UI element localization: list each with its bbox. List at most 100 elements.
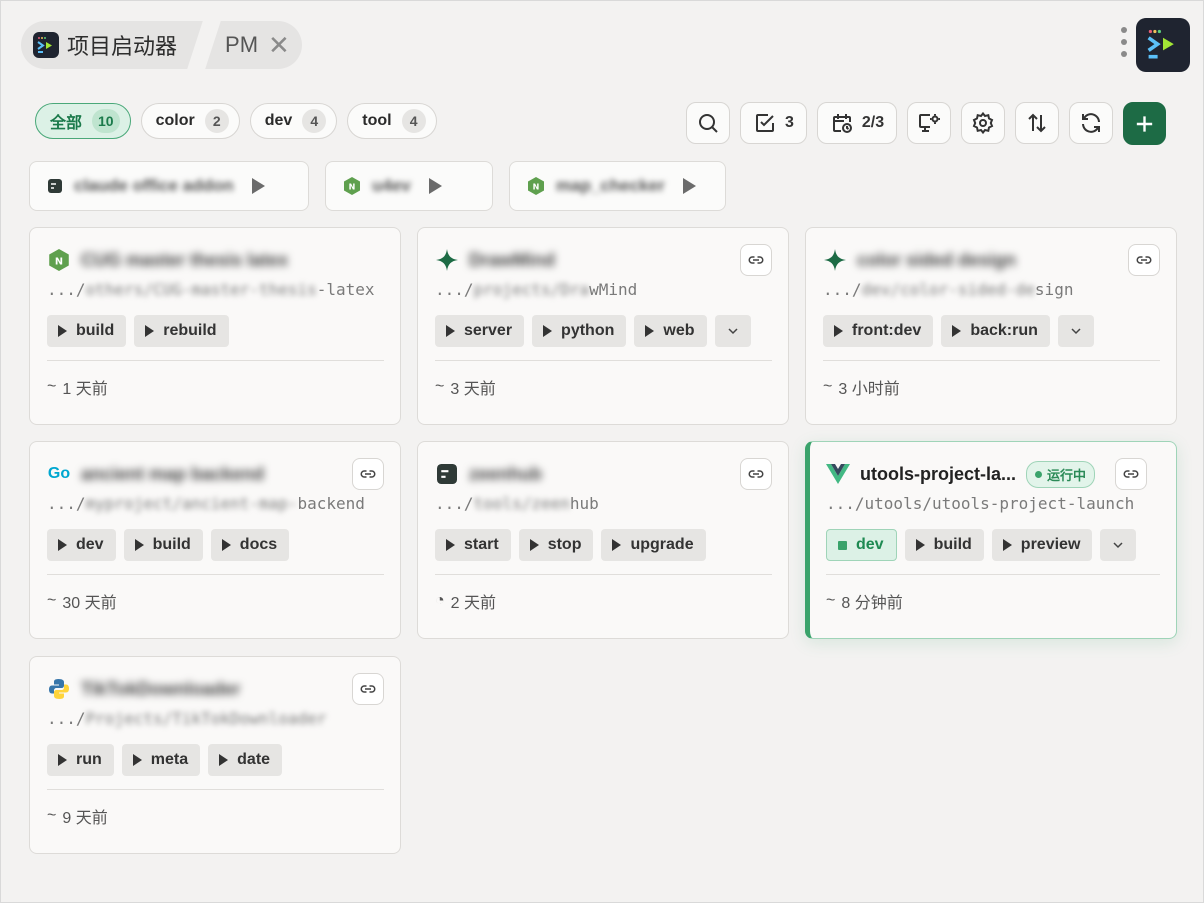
refresh-button[interactable]: [1069, 102, 1114, 144]
command-button[interactable]: python: [532, 315, 627, 347]
tilde-icon: ~: [47, 807, 57, 824]
more-commands-button[interactable]: [1100, 529, 1137, 561]
svg-text:N: N: [55, 256, 63, 267]
project-card-running[interactable]: utools-project-la... 运行中 .../utools/utoo…: [805, 441, 1177, 639]
command-button[interactable]: docs: [210, 529, 290, 561]
sort-button[interactable]: [1015, 102, 1060, 144]
command-button[interactable]: back:run: [941, 315, 1050, 347]
play-icon: [132, 754, 142, 766]
more-commands-button[interactable]: [714, 315, 751, 347]
command-button[interactable]: meta: [121, 744, 201, 776]
breadcrumb-tab[interactable]: PM ✕: [219, 32, 290, 58]
search-button[interactable]: [686, 102, 730, 144]
link-button[interactable]: [740, 458, 772, 490]
pinned-item[interactable]: N u4ev: [325, 161, 493, 211]
command-button[interactable]: front:dev: [823, 315, 934, 347]
command-button[interactable]: dev: [47, 529, 116, 561]
command-button[interactable]: upgrade: [601, 529, 706, 561]
link-icon: [1123, 470, 1139, 478]
link-button[interactable]: [1128, 244, 1160, 276]
play-icon[interactable]: [428, 178, 442, 194]
link-button[interactable]: [1115, 458, 1148, 490]
divider: [823, 360, 1160, 361]
settings-button[interactable]: [961, 102, 1006, 144]
play-icon[interactable]: [682, 178, 696, 194]
schedule-button[interactable]: 2/3: [816, 102, 898, 144]
project-path: .../dev/color-sided-design: [823, 280, 1074, 299]
command-button[interactable]: preview: [991, 529, 1093, 561]
pinned-item[interactable]: claude office addon: [29, 161, 309, 211]
vue-icon: [826, 462, 850, 486]
filter-chip-dev[interactable]: dev 4: [249, 103, 338, 139]
command-button[interactable]: build: [47, 315, 127, 347]
breadcrumb-container: 项目启动器 PM ✕: [21, 21, 302, 69]
nodejs-icon: N: [47, 248, 71, 272]
calendar-clock-icon: [832, 114, 852, 133]
command-button[interactable]: build: [904, 529, 984, 561]
filter-chip-all[interactable]: 全部 10: [35, 103, 131, 139]
play-icon: [1002, 539, 1012, 551]
chevron-down-icon: [1113, 542, 1123, 549]
schedule-count: 2/3: [861, 114, 885, 131]
more-menu-icon[interactable]: [1119, 27, 1129, 57]
play-icon: [446, 539, 455, 551]
project-title: utools-project-la...: [860, 463, 1017, 484]
tilde-icon: ~: [435, 378, 445, 395]
filter-label: dev: [264, 112, 293, 129]
tilde-icon: ~: [47, 592, 57, 609]
play-icon[interactable]: [251, 178, 265, 194]
command-button[interactable]: date: [208, 744, 283, 776]
terminal-icon: [435, 462, 459, 486]
play-icon: [58, 539, 67, 551]
command-button[interactable]: stop: [518, 529, 594, 561]
monitor-settings-button[interactable]: [907, 102, 952, 144]
clock-pie-icon: ◔: [435, 592, 445, 609]
project-card[interactable]: zeenhub .../tools/zeenhub start stop upg…: [417, 441, 789, 639]
filter-chip-tool[interactable]: tool 4: [347, 103, 437, 139]
gear-icon: [972, 111, 994, 135]
divider: [47, 789, 384, 790]
link-button[interactable]: [352, 458, 384, 490]
pinned-name: map_checker: [556, 176, 665, 195]
play-icon: [221, 539, 231, 551]
more-commands-button[interactable]: [1057, 315, 1094, 347]
sparkle-icon: [435, 248, 459, 272]
project-card[interactable]: DrawMind .../projects/DrawMind server py…: [417, 227, 789, 425]
command-button[interactable]: build: [123, 529, 203, 561]
command-button[interactable]: web: [634, 315, 707, 347]
project-card[interactable]: Go ancient map backend .../myproject/anc…: [29, 441, 401, 639]
project-title: ancient map backend: [81, 463, 265, 484]
link-icon: [360, 685, 376, 693]
project-card[interactable]: N CUG master thesis latex .../others/CUG…: [29, 227, 401, 425]
command-button[interactable]: server: [435, 315, 525, 347]
filter-count: 2: [204, 109, 229, 133]
link-icon: [748, 470, 764, 478]
filter-chip-color[interactable]: color 2: [140, 103, 240, 139]
play-icon: [58, 325, 67, 337]
pinned-item[interactable]: N map_checker: [509, 161, 726, 211]
close-icon[interactable]: ✕: [268, 32, 290, 58]
svg-text:N: N: [533, 183, 540, 192]
chevron-down-icon: [727, 328, 738, 335]
play-icon: [529, 539, 539, 551]
command-button-running[interactable]: dev: [826, 529, 897, 561]
command-button[interactable]: start: [435, 529, 511, 561]
play-icon: [834, 325, 843, 337]
link-button[interactable]: [740, 244, 772, 276]
breadcrumb-app[interactable]: 项目启动器: [33, 29, 195, 61]
add-project-button[interactable]: [1123, 102, 1167, 145]
last-run-time: ~3 天前: [435, 378, 496, 398]
project-card[interactable]: TikTokDownloader .../Projects/TikTokDown…: [29, 656, 401, 854]
project-path: .../myproject/ancient-map-backend: [47, 494, 365, 513]
tasks-button[interactable]: 3: [740, 102, 807, 144]
link-button[interactable]: [352, 673, 384, 705]
play-icon: [543, 325, 553, 337]
command-button[interactable]: rebuild: [134, 315, 229, 347]
plus-icon: [1136, 115, 1153, 132]
terminal-logo-icon: [33, 32, 59, 58]
nodejs-icon: N: [528, 177, 544, 195]
command-button[interactable]: run: [47, 744, 114, 776]
project-title: color sided design: [857, 249, 1017, 270]
search-icon: [699, 114, 718, 133]
project-card[interactable]: color sided design .../dev/color-sided-d…: [805, 227, 1177, 425]
